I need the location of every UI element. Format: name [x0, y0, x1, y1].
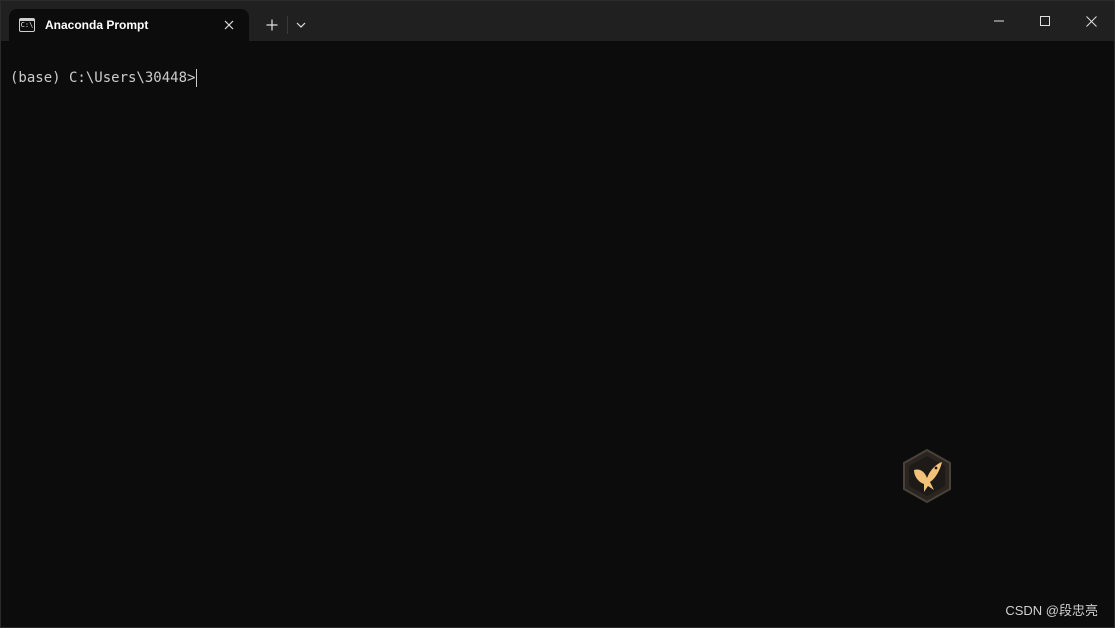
bird-icon	[903, 448, 951, 504]
watermark: CSDN @段忠亮	[1005, 603, 1098, 618]
console-output[interactable]: (base) C:\Users\30448> CSDN @段忠亮	[1, 41, 1114, 627]
close-icon	[224, 20, 234, 30]
maximize-icon	[1040, 16, 1050, 26]
tab-anaconda-prompt[interactable]: C:\ Anaconda Prompt	[9, 9, 249, 41]
floating-badge[interactable]	[900, 448, 954, 504]
maximize-button[interactable]	[1022, 1, 1068, 41]
chevron-down-icon	[296, 22, 306, 28]
title-bar[interactable]: C:\ Anaconda Prompt	[1, 1, 1114, 41]
minimize-button[interactable]	[976, 1, 1022, 41]
prompt-line: (base) C:\Users\30448>	[10, 69, 198, 87]
close-icon	[1085, 15, 1097, 27]
text-cursor	[196, 69, 198, 87]
window-controls	[976, 1, 1114, 41]
minimize-icon	[994, 20, 1004, 22]
new-tab-button[interactable]	[260, 13, 284, 37]
terminal-window: C:\ Anaconda Prompt (base) C:\Users\3044…	[0, 0, 1115, 628]
prompt-text: (base) C:\Users\30448>	[10, 70, 196, 86]
tab-dropdown-button[interactable]	[291, 13, 311, 37]
tab-title: Anaconda Prompt	[45, 18, 149, 32]
terminal-icon: C:\	[19, 18, 35, 32]
close-window-button[interactable]	[1068, 1, 1114, 41]
plus-icon	[266, 19, 278, 31]
tab-close-button[interactable]	[221, 17, 237, 33]
tab-divider	[287, 16, 288, 34]
